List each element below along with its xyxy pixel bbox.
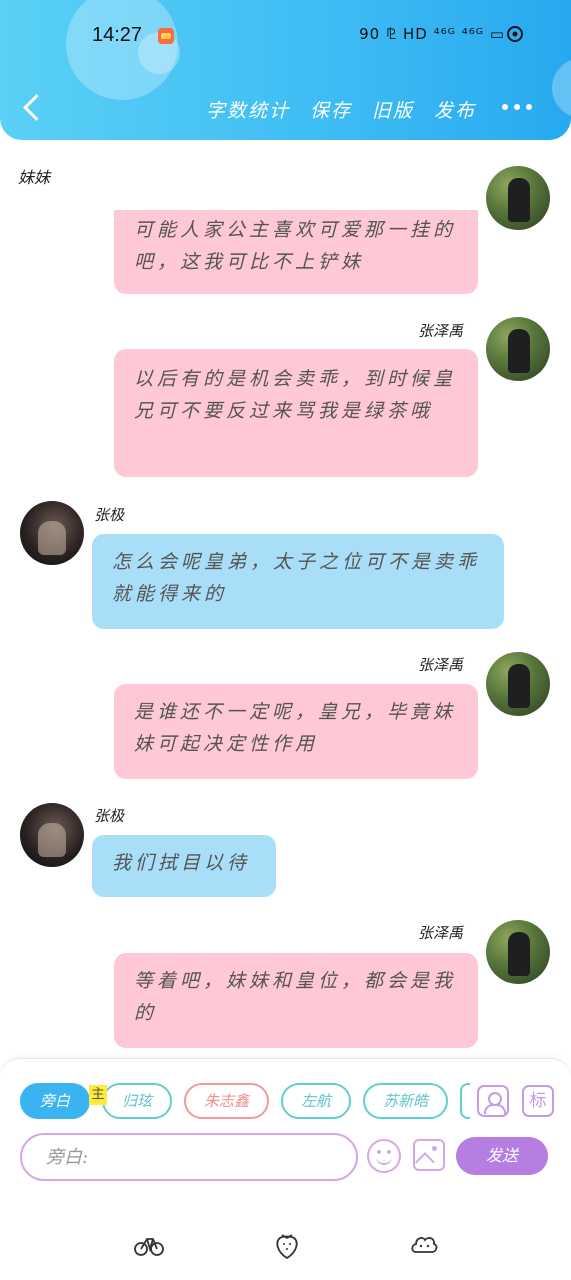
bicycle-icon[interactable] — [133, 1228, 165, 1260]
emoji-icon[interactable] — [367, 1139, 401, 1173]
top-header: 14:27 90 ⅊ HD ⁴⁶ᴳ ⁴⁶ᴳ ▭ 字数统计 保存 旧版 发布 — [0, 0, 571, 140]
role-chip[interactable]: 归玹 — [102, 1083, 173, 1119]
tag-button[interactable]: 标 — [522, 1085, 554, 1117]
message-bubble[interactable]: 是谁还不一定呢，皇兄，毕竟妹妹可起决定性作用 — [114, 684, 478, 779]
more-options-button[interactable] — [502, 104, 532, 110]
role-chip[interactable]: 朱志鑫 — [184, 1083, 270, 1119]
avatar[interactable] — [486, 652, 550, 716]
message-bubble[interactable]: 以后有的是机会卖乖，到时候皇兄可不要反过来骂我是绿茶哦 — [114, 349, 478, 477]
old-version-button[interactable]: 旧版 — [372, 96, 414, 123]
role-selector: 旁白 归玹 朱志鑫 左航 苏新皓 — [20, 1083, 470, 1121]
role-chip-partial[interactable] — [460, 1083, 470, 1119]
sender-name: 张泽禹 — [418, 924, 464, 942]
publish-button[interactable]: 发布 — [434, 96, 476, 123]
ellipsis-icon — [502, 104, 508, 110]
message-bubble[interactable]: 可能人家公主喜欢可爱那一挂的吧，这我可比不上铲妹 — [114, 210, 478, 294]
sender-name: 张极 — [94, 807, 125, 825]
message-bubble[interactable]: 等着吧，妹妹和皇位，都会是我的 — [114, 953, 478, 1048]
strawberry-icon[interactable] — [271, 1228, 303, 1260]
role-chip[interactable]: 左航 — [281, 1083, 352, 1119]
avatar[interactable] — [486, 166, 550, 230]
sender-name: 张极 — [94, 506, 125, 524]
image-icon[interactable] — [413, 1139, 445, 1171]
status-indicators: 90 ⅊ HD ⁴⁶ᴳ ⁴⁶ᴳ ▭ — [359, 25, 505, 43]
role-chip-narrator[interactable]: 旁白 — [20, 1083, 91, 1119]
character-manage-icon[interactable] — [477, 1085, 509, 1117]
message-bubble[interactable]: 我们拭目以待 — [92, 835, 276, 897]
input-panel: 旁白归玹朱志鑫左航苏新皓 主 标 发送 — [0, 1058, 571, 1208]
settings-gear-icon — [507, 26, 523, 42]
bottom-navigation — [0, 1208, 571, 1280]
avatar[interactable] — [486, 317, 550, 381]
header-actions: 字数统计 保存 旧版 发布 — [206, 96, 476, 123]
sender-name: 张泽禹 — [418, 322, 464, 340]
section-label: 妹妹 — [18, 168, 51, 187]
word-count-button[interactable]: 字数统计 — [206, 96, 290, 123]
avatar[interactable] — [20, 501, 84, 565]
decorative-bubble — [552, 58, 571, 118]
role-chip[interactable]: 苏新皓 — [363, 1083, 449, 1119]
status-time: 14:27 — [92, 24, 143, 46]
avatar[interactable] — [486, 920, 550, 984]
cloud-flower-icon[interactable] — [408, 1228, 440, 1260]
main-role-tag: 主 — [89, 1085, 107, 1105]
chat-editor-page: 14:27 90 ⅊ HD ⁴⁶ᴳ ⁴⁶ᴳ ▭ 字数统计 保存 旧版 发布 妹妹… — [0, 0, 571, 1280]
message-input[interactable] — [20, 1133, 358, 1181]
avatar[interactable] — [20, 803, 84, 867]
notification-app-icon — [158, 28, 174, 44]
back-button[interactable] — [18, 92, 48, 126]
send-button[interactable]: 发送 — [456, 1137, 548, 1175]
message-bubble[interactable]: 怎么会呢皇弟，太子之位可不是卖乖就能得来的 — [92, 534, 504, 629]
save-button[interactable]: 保存 — [310, 96, 352, 123]
sender-name: 张泽禹 — [418, 656, 464, 674]
chat-area[interactable]: 妹妹 可能人家公主喜欢可爱那一挂的吧，这我可比不上铲妹 张泽禹 以后有的是机会卖… — [0, 140, 571, 1058]
